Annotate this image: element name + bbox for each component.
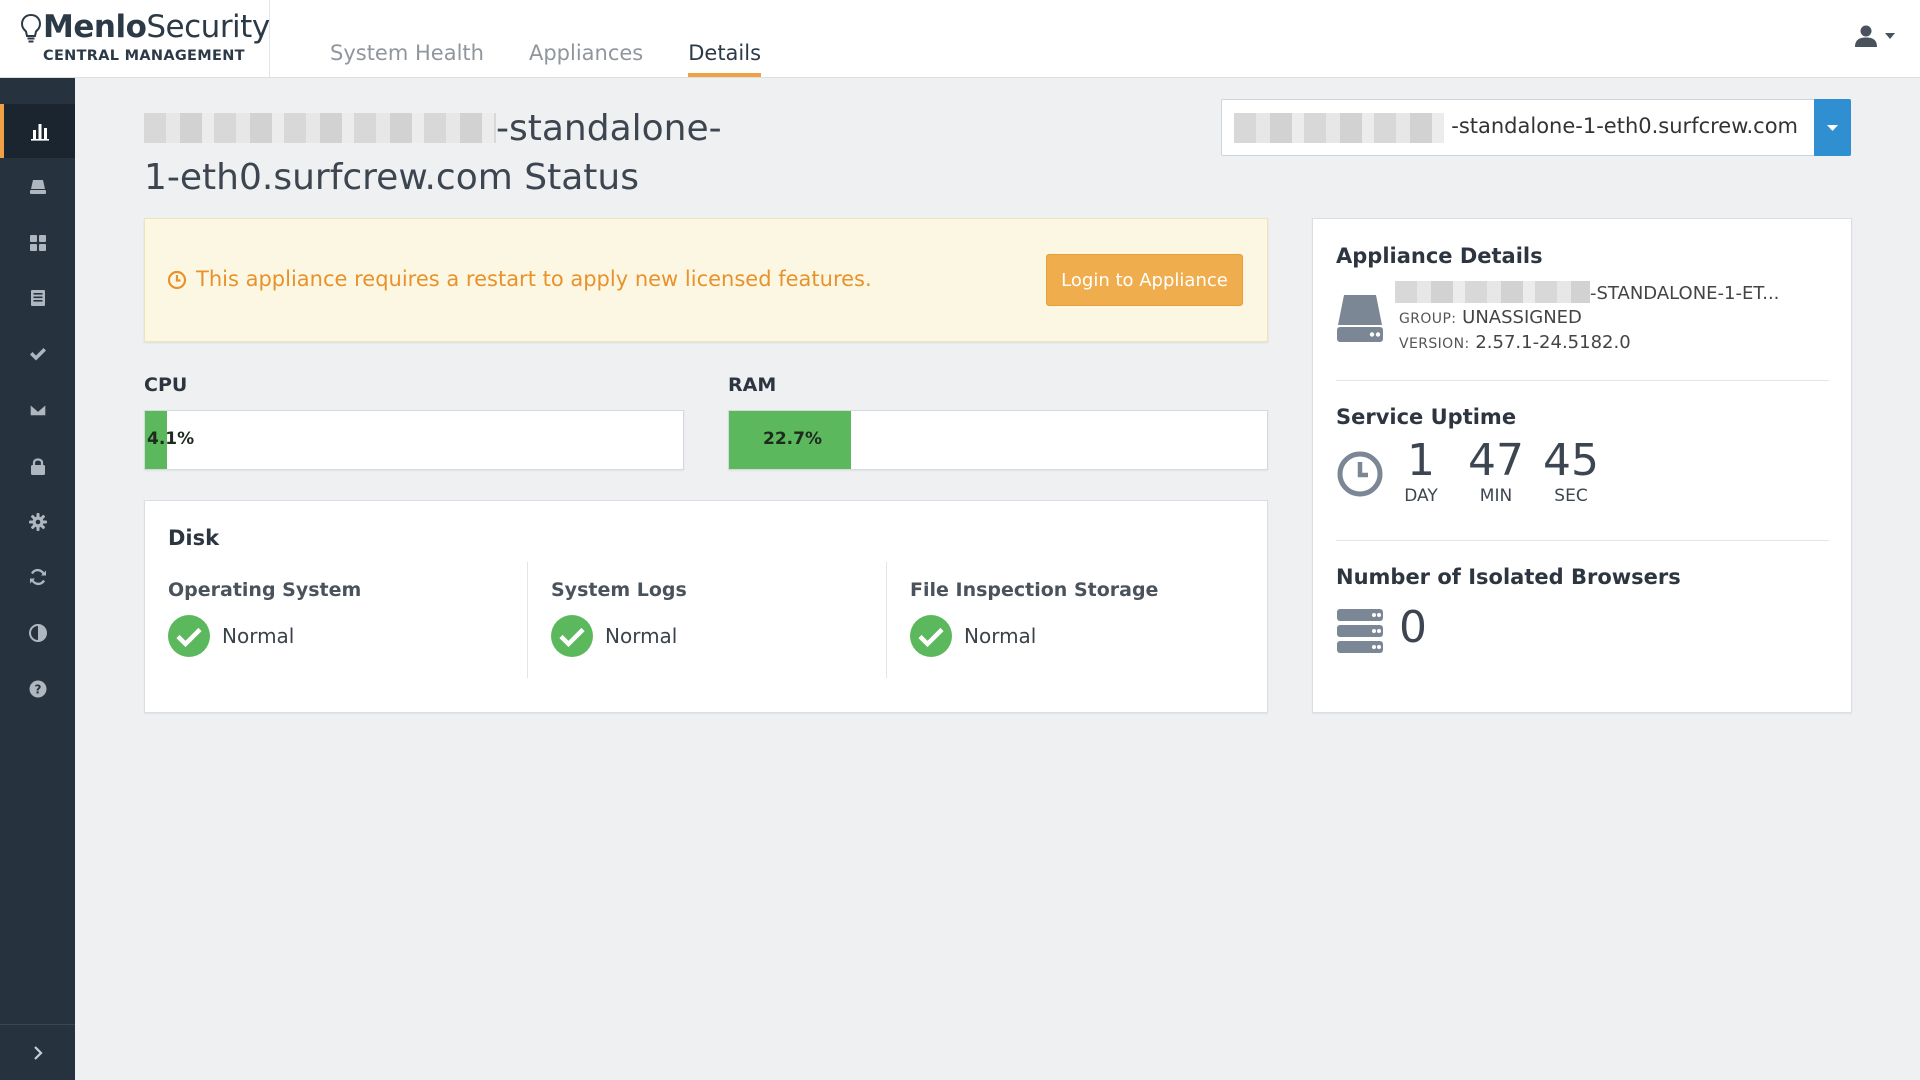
refresh-icon [29, 569, 46, 586]
redacted-hostname [1395, 281, 1590, 303]
restart-alert: This appliance requires a restart to app… [144, 218, 1268, 342]
uptime-days: 1 [1407, 435, 1435, 486]
top-header: MenloSecurity CENTRAL MANAGEMENT System … [0, 0, 1920, 78]
caret-down-icon [1827, 124, 1838, 131]
disk-item: Operating System Normal [168, 562, 528, 678]
user-menu[interactable] [1854, 24, 1895, 48]
main-nav: System Health Appliances Details [330, 0, 806, 77]
clock-icon [1337, 451, 1383, 497]
alert-message: This appliance requires a restart to app… [196, 267, 872, 291]
sidebar-item-policies[interactable] [0, 327, 75, 381]
dashboard-grid-icon [29, 234, 46, 251]
user-icon [1855, 25, 1877, 47]
bar-chart-icon [30, 124, 49, 141]
uptime-minutes-label: MIN [1479, 486, 1513, 506]
tab-appliances[interactable]: Appliances [529, 0, 643, 77]
list-icon [30, 290, 45, 307]
ram-usage-bar: 22.7% [728, 410, 1268, 470]
sidebar-item-security[interactable] [0, 439, 75, 493]
cpu-usage-value: 4.1% [147, 429, 195, 449]
uptime-minutes: 47 [1468, 435, 1524, 486]
service-uptime-title: Service Uptime [1336, 405, 1517, 429]
sidebar-item-dashboard[interactable] [0, 104, 75, 158]
sidebar-item-notifications[interactable] [0, 383, 75, 437]
appliance-name: -STANDALONE-1-ET... [1395, 281, 1779, 304]
appliance-selector-toggle[interactable] [1814, 99, 1851, 156]
disk-title: Disk [168, 526, 220, 550]
appliance-details-card: Appliance Details -STANDALONE-1-ET... GR… [1312, 218, 1852, 713]
appliance-icon [29, 179, 46, 194]
disk-item-name: System Logs [551, 579, 687, 601]
sidebar-item-grid[interactable] [0, 216, 75, 270]
appliance-group: GROUP: UNASSIGNED [1399, 307, 1582, 328]
caret-down-icon [1885, 33, 1895, 39]
svg-text:?: ? [34, 683, 41, 697]
isolated-browsers-count: 0 [1399, 602, 1427, 653]
sidebar: ? [0, 78, 75, 1080]
cpu-usage-bar: 4.1% [144, 410, 684, 470]
check-icon [29, 348, 46, 361]
redacted-hostname [144, 113, 496, 143]
redacted-hostname [1234, 113, 1444, 143]
ram-label: RAM [728, 374, 777, 396]
sidebar-item-settings[interactable] [0, 495, 75, 549]
contrast-icon [28, 624, 47, 643]
disk-item-status: Normal [168, 615, 294, 657]
disk-item: System Logs Normal [527, 562, 886, 678]
disk-item: File Inspection Storage Normal [886, 562, 1246, 678]
check-circle-icon [551, 615, 593, 657]
ram-usage-value: 22.7% [763, 429, 822, 449]
tab-details[interactable]: Details [688, 0, 761, 77]
sidebar-item-appliances[interactable] [0, 160, 75, 214]
sidebar-item-reports[interactable] [0, 271, 75, 325]
disk-item-status: Normal [910, 615, 1036, 657]
appliance-selector[interactable]: -standalone-1-eth0.surfcrew.com [1221, 99, 1851, 156]
divider [1336, 380, 1829, 381]
lightbulb-icon [20, 13, 42, 43]
envelope-icon [28, 403, 47, 417]
gear-icon [28, 512, 47, 531]
menlo-logo[interactable]: MenloSecurity CENTRAL MANAGEMENT [0, 0, 270, 77]
disk-item-status: Normal [551, 615, 677, 657]
appliance-version: VERSION: 2.57.1-24.5182.0 [1399, 332, 1631, 353]
check-circle-icon [910, 615, 952, 657]
isolated-browsers-title: Number of Isolated Browsers [1336, 565, 1681, 589]
hard-drive-icon [1337, 295, 1383, 342]
appliance-selector-value: -standalone-1-eth0.surfcrew.com [1451, 114, 1798, 138]
brand-name: MenloSecurity [43, 9, 270, 45]
login-to-appliance-button[interactable]: Login to Appliance [1046, 254, 1243, 306]
divider [1336, 540, 1829, 541]
server-stack-icon [1337, 609, 1383, 653]
check-circle-icon [168, 615, 210, 657]
disk-card: Disk Operating System Normal System Logs… [144, 500, 1268, 713]
help-icon: ? [29, 680, 46, 698]
tab-system-health[interactable]: System Health [330, 0, 484, 77]
disk-item-name: Operating System [168, 579, 362, 601]
chevron-right-icon [33, 1045, 43, 1060]
uptime-seconds: 45 [1543, 435, 1599, 486]
uptime-days-label: DAY [1404, 486, 1438, 506]
sidebar-item-updates[interactable] [0, 550, 75, 604]
cpu-label: CPU [144, 374, 188, 396]
sidebar-item-help[interactable]: ? [0, 662, 75, 716]
clock-icon [167, 270, 187, 290]
sidebar-item-display[interactable] [0, 606, 75, 660]
appliance-details-title: Appliance Details [1336, 244, 1543, 268]
page-title: -standalone- 1-eth0.surfcrew.com Status [144, 108, 722, 198]
uptime-seconds-label: SEC [1554, 486, 1588, 506]
disk-item-name: File Inspection Storage [910, 579, 1159, 601]
lock-icon [30, 458, 45, 475]
brand-subtitle: CENTRAL MANAGEMENT [43, 48, 245, 64]
sidebar-expand-button[interactable] [0, 1024, 75, 1080]
